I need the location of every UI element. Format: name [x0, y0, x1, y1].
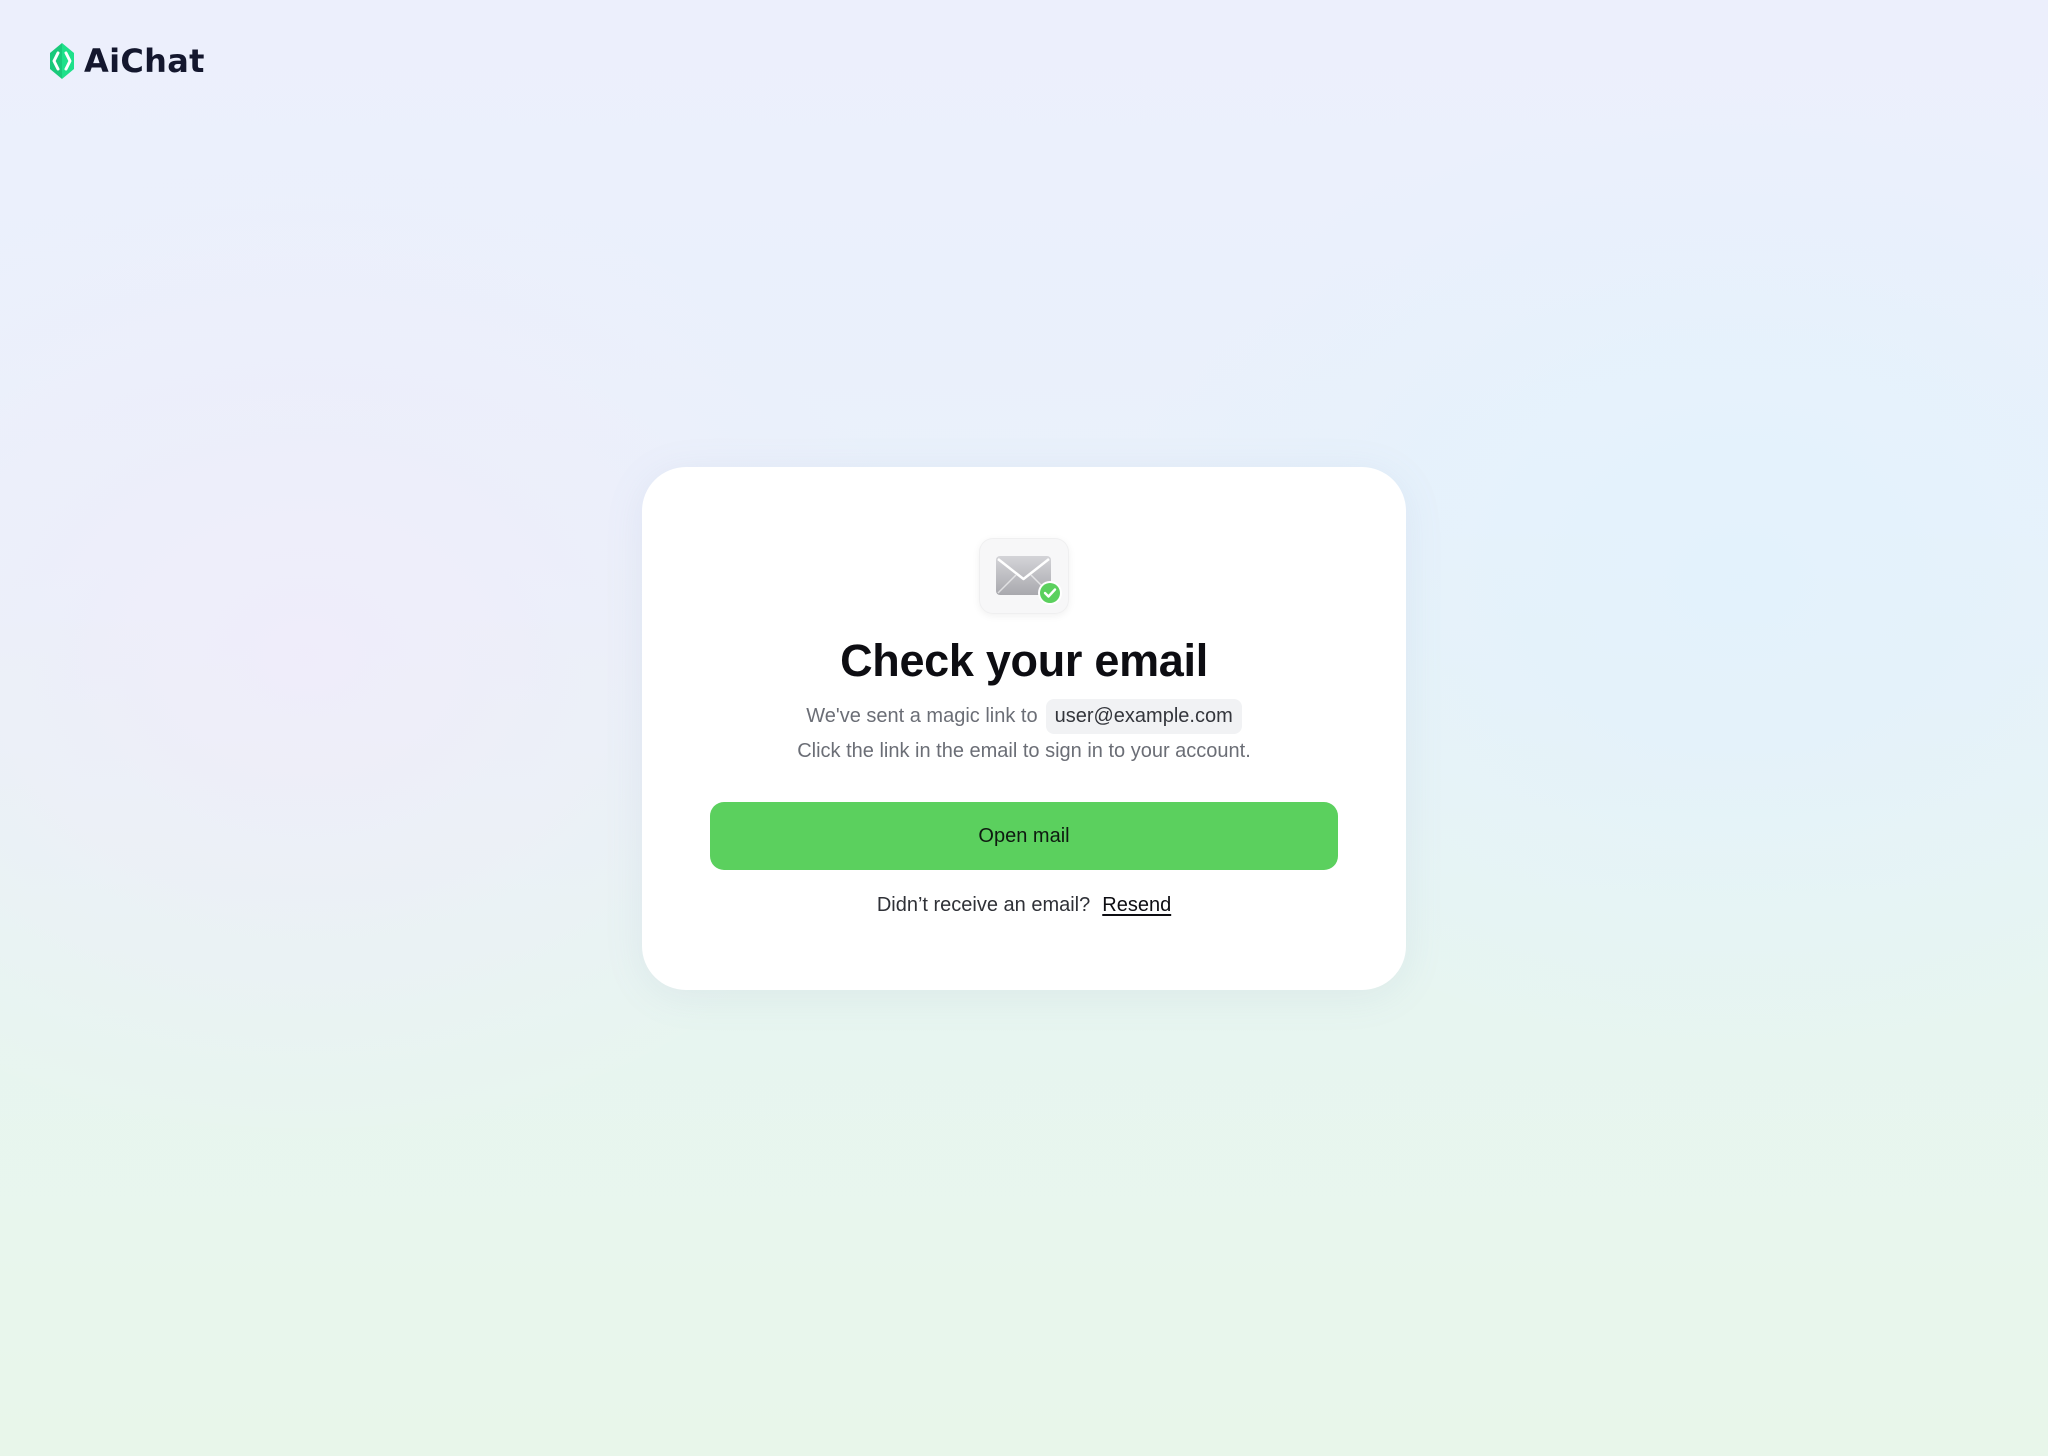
sent-message: We've sent a magic link to user@example.… [642, 699, 1406, 734]
aichat-logo-icon [50, 43, 74, 79]
brand-logo[interactable]: AiChat [44, 41, 205, 81]
sent-prefix-text: We've sent a magic link to [806, 705, 1038, 727]
resend-prompt-text: Didn’t receive an email? [876, 894, 1091, 916]
instruction-text: Click the link in the email to sign in t… [797, 740, 1251, 762]
brand-name: AiChat [84, 42, 205, 80]
email-address-chip: user@example.com [1045, 699, 1242, 734]
open-mail-button[interactable]: Open mail [710, 802, 1338, 870]
resend-link[interactable]: Resend [1102, 894, 1171, 917]
email-sent-check-icon [979, 538, 1069, 614]
check-email-card: Check your email We've sent a magic link… [642, 467, 1406, 990]
page-title: Check your email [840, 635, 1208, 686]
resend-row: Didn’t receive an email? Resend [642, 894, 1406, 917]
